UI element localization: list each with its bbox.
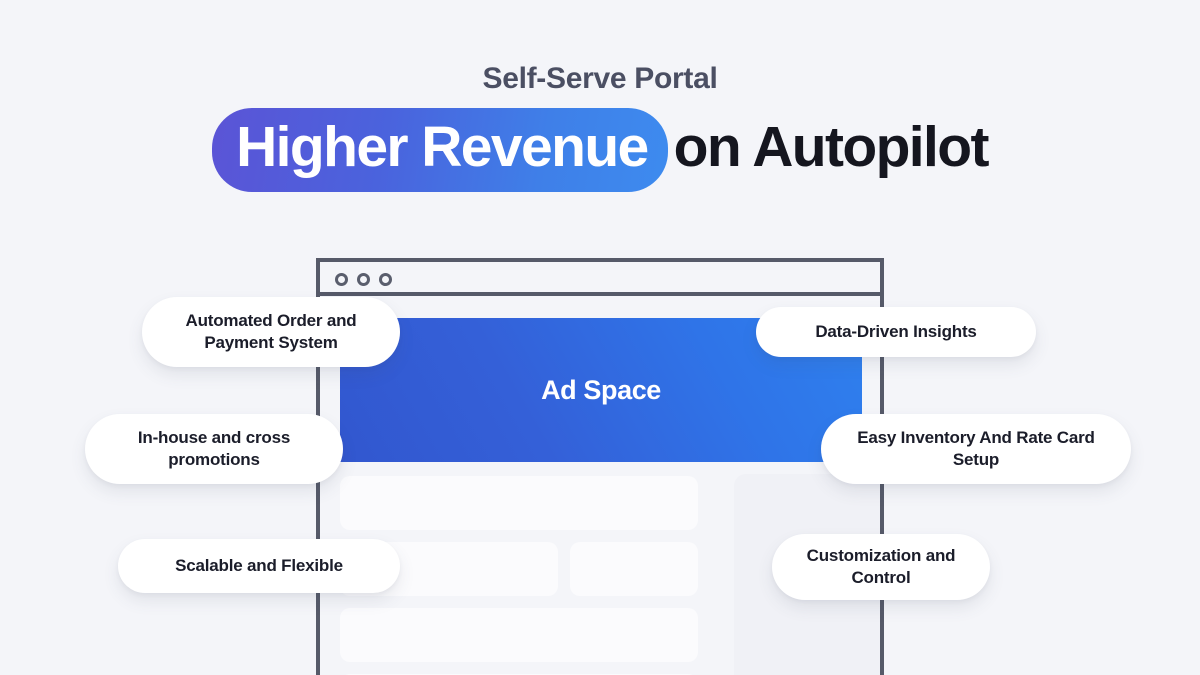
feature-pill-scalable-flexible[interactable]: Scalable and Flexible [118, 539, 400, 593]
page-title: Higher Revenue on Autopilot [0, 94, 1200, 192]
skeleton-block-wide-2 [340, 608, 698, 662]
skeleton-block-half-right [570, 542, 698, 596]
window-controls [335, 273, 392, 286]
window-dot-icon-2[interactable] [357, 273, 370, 286]
window-dot-icon-1[interactable] [335, 273, 348, 286]
window-dot-icon-3[interactable] [379, 273, 392, 286]
feature-pill-easy-inventory-rate-card[interactable]: Easy Inventory And Rate Card Setup [821, 414, 1131, 484]
skeleton-block-wide-1 [340, 476, 698, 530]
infographic-canvas: Self-Serve Portal Higher Revenue on Autop… [0, 0, 1200, 675]
header: Self-Serve Portal Higher Revenue on Autop… [0, 0, 1200, 192]
headline-highlight-pill: Higher Revenue [212, 108, 668, 192]
feature-pill-automated-order-payment[interactable]: Automated Order and Payment System [142, 297, 400, 367]
feature-pill-customization-control[interactable]: Customization and Control [772, 534, 990, 600]
feature-pill-inhouse-cross-promotions[interactable]: In-house and cross promotions [85, 414, 343, 484]
feature-pill-data-driven-insights[interactable]: Data-Driven Insights [756, 307, 1036, 357]
ad-space-label: Ad Space [541, 374, 661, 405]
headline-rest-text: on Autopilot [673, 115, 990, 179]
eyebrow-text: Self-Serve Portal [482, 62, 718, 95]
browser-titlebar [316, 258, 884, 296]
